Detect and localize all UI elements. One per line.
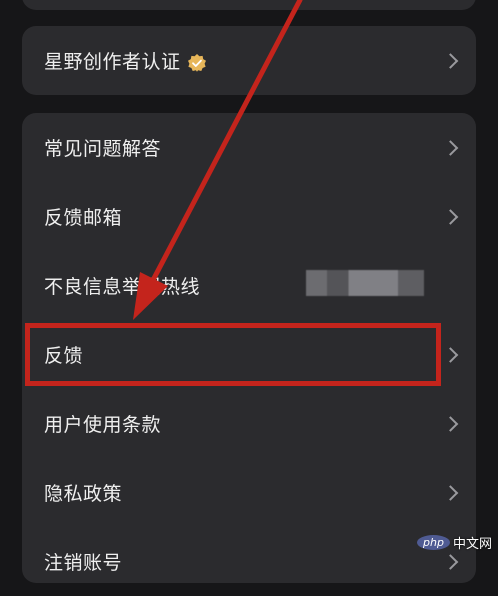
annotation-highlight-box [25, 323, 441, 386]
chevron-right-icon [442, 139, 459, 156]
menu-item-report-hotline[interactable]: 不良信息举报热线 [22, 251, 476, 320]
chevron-right-icon [442, 484, 459, 501]
menu-item-label: 常见问题解答 [44, 138, 162, 160]
site-watermark: php 中文网 [417, 532, 492, 552]
php-logo-icon: php [417, 534, 450, 550]
top-settings-card [22, 0, 476, 10]
menu-item-label: 隐私政策 [44, 483, 123, 505]
creator-certification-row[interactable]: 星野创作者认证 [22, 26, 476, 95]
chevron-right-icon [442, 208, 459, 225]
chevron-right-icon [442, 52, 459, 69]
redacted-phone-number [306, 270, 424, 296]
verified-badge-icon [187, 53, 206, 72]
menu-item-faq[interactable]: 常见问题解答 [22, 113, 476, 182]
menu-item-label: 注销账号 [44, 552, 123, 574]
watermark-text: 中文网 [452, 536, 492, 552]
menu-item-label: 用户使用条款 [44, 414, 162, 436]
chevron-right-icon [442, 415, 459, 432]
menu-item-label: 反馈邮箱 [44, 207, 123, 229]
chevron-right-icon [442, 346, 459, 363]
menu-item-terms-of-use[interactable]: 用户使用条款 [22, 389, 476, 458]
creator-certification-card[interactable]: 星野创作者认证 [22, 26, 476, 95]
menu-item-delete-account[interactable]: 注销账号 [22, 527, 476, 596]
menu-item-privacy-policy[interactable]: 隐私政策 [22, 458, 476, 527]
menu-item-label: 不良信息举报热线 [44, 276, 201, 298]
menu-item-feedback-email[interactable]: 反馈邮箱 [22, 182, 476, 251]
creator-certification-label: 星野创作者认证 [44, 47, 207, 74]
chevron-right-icon [442, 553, 459, 570]
